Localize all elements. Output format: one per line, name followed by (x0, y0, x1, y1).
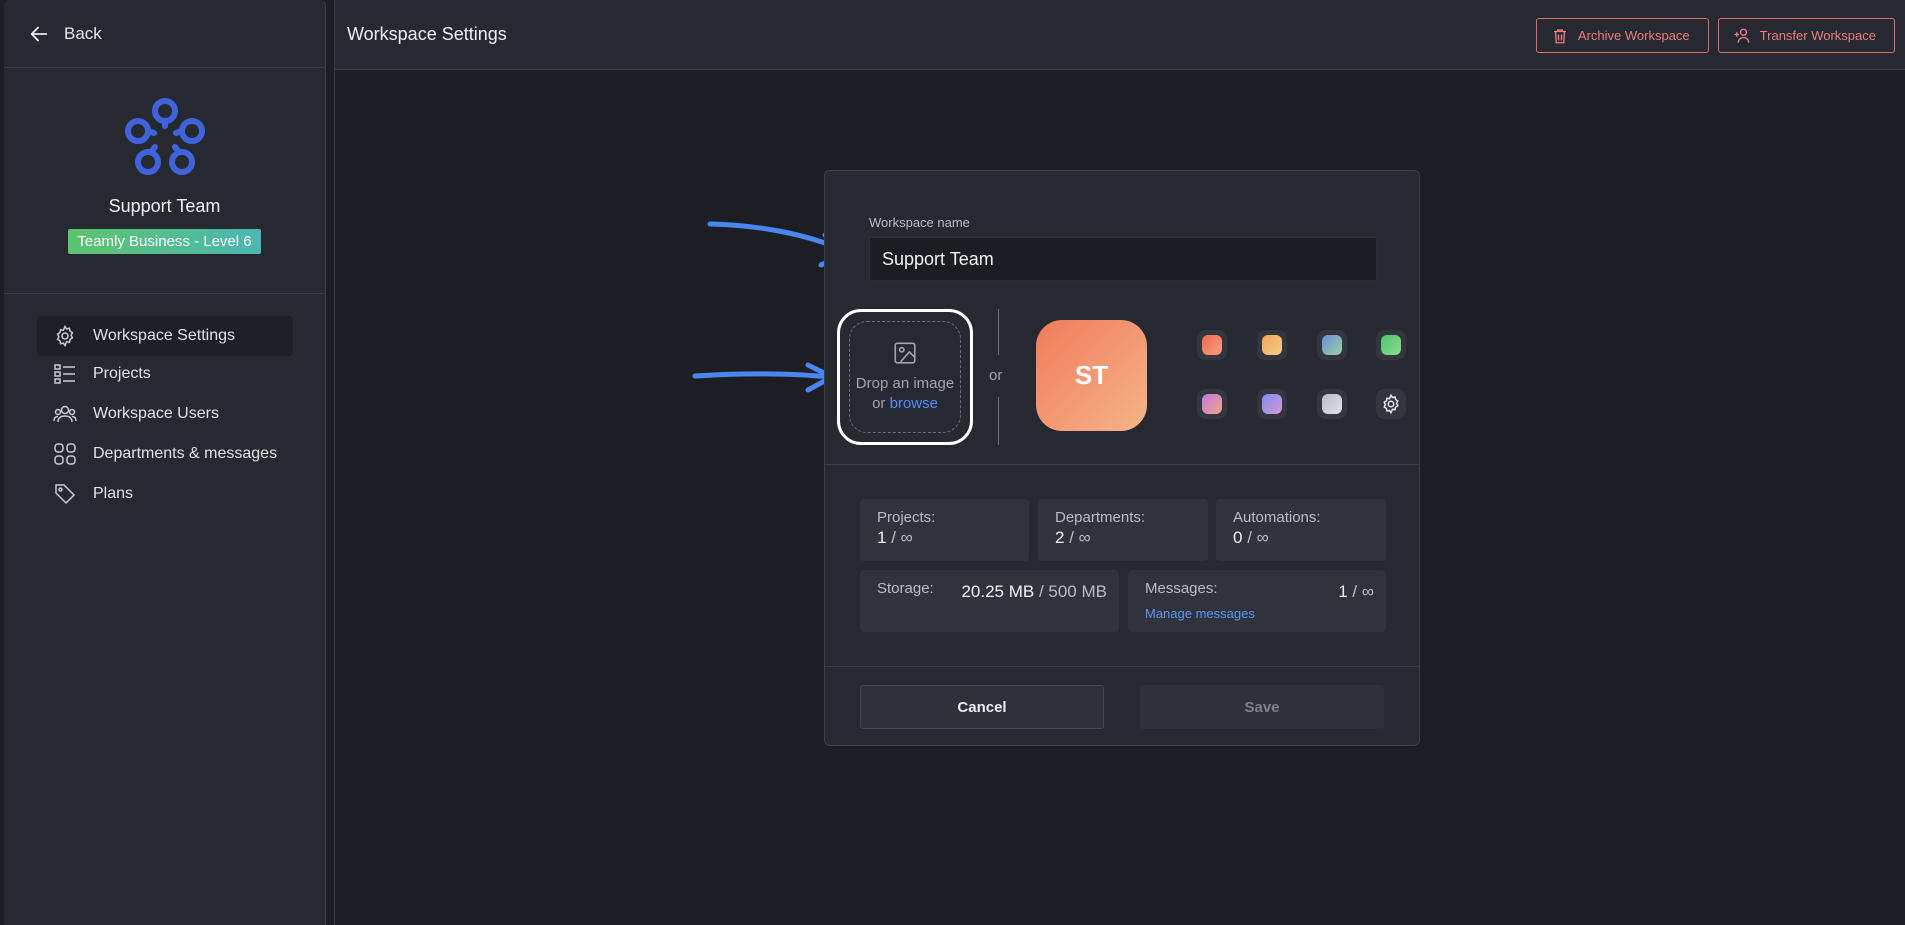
stat-value: 0 / ∞ (1233, 528, 1269, 547)
top-actions: Archive Workspace Transfer Workspace (1535, 18, 1895, 53)
section-divider (825, 464, 1419, 465)
or-text: or (989, 367, 1003, 384)
swatch-color (1262, 335, 1282, 355)
stat-value: 1 / ∞ (877, 528, 913, 547)
color-swatch[interactable] (1197, 330, 1227, 360)
stat-projects: Projects: 1 / ∞ (860, 499, 1029, 561)
arrow-left-icon (30, 26, 48, 41)
user-transfer-icon (1734, 28, 1750, 43)
stat-label: Projects: (877, 509, 936, 526)
swatch-color (1202, 335, 1222, 355)
sidebar-item-label: Plans (93, 485, 134, 502)
save-button[interactable]: Save (1140, 685, 1384, 729)
workspace-settings-modal: Workspace name Drop an image or browse o… (824, 170, 1420, 746)
sidebar: Back Support Team Teamly Business - Leve… (4, 0, 326, 925)
stat-messages: Messages: 1 / ∞ Manage messages (1128, 570, 1386, 632)
gear-icon (56, 324, 74, 348)
stat-label: Automations: (1233, 509, 1321, 526)
transfer-workspace-button[interactable]: Transfer Workspace (1717, 18, 1895, 53)
sidebar-item-label: Departments & messages (93, 445, 278, 462)
sidebar-item-label: Workspace Users (93, 405, 219, 422)
divider-line (998, 309, 999, 355)
sidebar-item-projects[interactable]: Projects (37, 354, 293, 394)
users-icon (53, 405, 77, 423)
archive-workspace-label: Archive Workspace (1577, 28, 1690, 43)
divider-line (998, 397, 999, 445)
swatch-color (1322, 335, 1342, 355)
stat-storage: Storage: 20.25 MB / 500 MB (860, 570, 1119, 632)
image-drop-zone[interactable]: Drop an image or browse (837, 309, 973, 445)
browse-link[interactable]: browse (890, 395, 938, 412)
team-name: Support Team (108, 196, 221, 216)
cancel-button[interactable]: Cancel (860, 685, 1104, 729)
swatch-color (1262, 394, 1282, 414)
gear-icon (1383, 393, 1399, 415)
sidebar-nav: Workspace Settings Projects Workspace Us… (4, 294, 325, 514)
stat-value: 20.25 MB / 500 MB (961, 582, 1107, 601)
tag-icon (55, 484, 76, 505)
team-block: Support Team Teamly Business - Level 6 (4, 68, 325, 294)
archive-workspace-button[interactable]: Archive Workspace (1535, 18, 1709, 53)
workspace-name-input[interactable] (869, 237, 1377, 281)
swatch-color (1322, 394, 1342, 414)
sidebar-item-label: Workspace Settings (93, 327, 235, 344)
stat-value: 1 / ∞ (1338, 582, 1374, 601)
annotation-arrow-icon (692, 362, 835, 393)
section-divider (825, 666, 1419, 667)
team-logo-icon (119, 96, 211, 184)
grid-icon (54, 443, 76, 465)
image-drop-area[interactable]: Drop an image or browse (849, 321, 961, 433)
color-swatch[interactable] (1317, 389, 1347, 419)
list-icon (54, 364, 75, 384)
image-icon (894, 342, 916, 364)
swatch-color (1202, 394, 1222, 414)
color-swatch[interactable] (1317, 330, 1347, 360)
color-swatch[interactable] (1376, 330, 1406, 360)
stat-automations: Automations: 0 / ∞ (1216, 499, 1386, 561)
color-swatch[interactable] (1197, 389, 1227, 419)
sidebar-item-label: Projects (93, 365, 151, 382)
stat-value: 2 / ∞ (1055, 528, 1091, 547)
trash-icon (1553, 28, 1566, 43)
drop-text: Drop an image (855, 375, 955, 392)
workspace-name-label: Workspace name (869, 215, 970, 230)
sidebar-item-plans[interactable]: Plans (37, 474, 293, 514)
swatch-color (1381, 335, 1401, 355)
stat-label: Messages: (1145, 580, 1218, 597)
sidebar-item-workspace-settings[interactable]: Workspace Settings (37, 316, 293, 356)
transfer-workspace-label: Transfer Workspace (1759, 28, 1876, 43)
sidebar-item-workspace-users[interactable]: Workspace Users (37, 394, 293, 434)
workspace-avatar: ST (1036, 320, 1147, 431)
drop-or-text: or (872, 395, 886, 412)
back-label: Back (64, 23, 102, 43)
stat-departments: Departments: 2 / ∞ (1038, 499, 1208, 561)
custom-color-button[interactable] (1376, 389, 1406, 419)
color-swatch[interactable] (1257, 389, 1287, 419)
manage-messages-link[interactable]: Manage messages (1145, 606, 1255, 621)
page-title: Workspace Settings (347, 24, 507, 44)
stat-label: Departments: (1055, 509, 1146, 526)
plan-badge: Teamly Business - Level 6 (68, 229, 261, 254)
color-swatch[interactable] (1257, 330, 1287, 360)
sidebar-item-departments[interactable]: Departments & messages (37, 434, 293, 474)
back-button[interactable]: Back (4, 0, 325, 68)
stat-label: Storage: (877, 580, 934, 597)
